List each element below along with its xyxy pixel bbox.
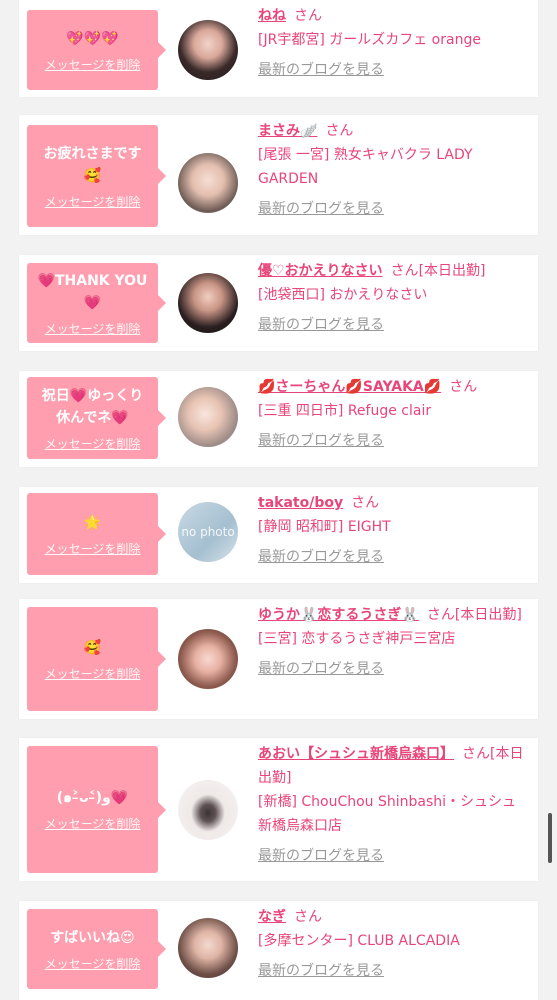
profile-name-link[interactable]: 優♡おかえりなさい	[258, 263, 383, 279]
profile-info: ねね さん [JR宇都宮] ガールズカフェ orange 最新のブログを見る	[258, 4, 528, 82]
message-text: 祝日💗ゆっくり休んでネ💗	[41, 387, 144, 426]
shop-text: [三重 四日市] Refuge clair	[258, 403, 432, 419]
latest-blog-link[interactable]: 最新のブログを見る	[258, 58, 384, 82]
shop-text: [池袋西口] おかえりなさい	[258, 287, 428, 303]
profile-info: 優♡おかえりなさい さん[本日出勤] [池袋西口] おかえりなさい 最新のブログを…	[258, 259, 528, 337]
honorific: さん	[449, 379, 478, 395]
delete-message-link[interactable]: メッセージを削除	[45, 56, 141, 73]
message-text: 💗THANK YOU💗	[37, 272, 148, 311]
delete-message-link[interactable]: メッセージを削除	[45, 540, 141, 557]
honorific: さん	[325, 123, 354, 139]
latest-blog-link[interactable]: 最新のブログを見る	[258, 959, 384, 983]
honorific: さん	[426, 607, 455, 623]
list-item: 💖💖💖 メッセージを削除 ねね さん [JR宇都宮] ガールズカフェ orange…	[19, 0, 538, 97]
latest-blog-link[interactable]: 最新のブログを見る	[258, 197, 384, 221]
profile-name-link[interactable]: なぎ	[258, 909, 286, 925]
shop-text: [JR宇都宮] ガールズカフェ orange	[258, 32, 481, 48]
profile-info: あおい【シュシュ新橋烏森口】 さん[本日出勤] [新橋] ChouChou Shi…	[258, 742, 528, 868]
message-bubble: お疲れさまです🥰 メッセージを削除	[27, 125, 166, 227]
list-item: 💗THANK YOU💗 メッセージを削除 優♡おかえりなさい さん[本日出勤] […	[19, 255, 538, 351]
honorific: さん	[294, 909, 322, 925]
avatar[interactable]: no photo	[178, 502, 238, 562]
list-item: お疲れさまです🥰 メッセージを削除 まさみ🪽 さん [尾張 一宮] 熟女キャバクラ…	[19, 115, 538, 235]
delete-message-link[interactable]: メッセージを削除	[45, 435, 141, 452]
avatar[interactable]	[178, 918, 238, 978]
scrollbar[interactable]	[548, 813, 552, 863]
list-item: 祝日💗ゆっくり休んでネ💗 メッセージを削除 💋さーちゃん💋SAYAKA💋 さん […	[19, 371, 538, 467]
message-bubble: 💗THANK YOU💗 メッセージを削除	[27, 263, 166, 343]
message-bubble: 🌟 メッセージを削除	[27, 493, 166, 575]
avatar[interactable]	[178, 780, 238, 840]
latest-blog-link[interactable]: 最新のブログを見る	[258, 844, 384, 868]
honorific: さん	[390, 263, 419, 279]
no-photo-label: no photo	[181, 525, 235, 539]
avatar[interactable]	[178, 387, 238, 447]
avatar[interactable]	[178, 273, 238, 333]
latest-blog-link[interactable]: 最新のブログを見る	[258, 545, 384, 569]
message-list: 💖💖💖 メッセージを削除 ねね さん [JR宇都宮] ガールズカフェ orange…	[0, 0, 557, 1000]
shop-text: [尾張 一宮] 熟女キャバクラ LADY GARDEN	[258, 147, 473, 187]
message-text: すばいいね😍	[50, 929, 135, 946]
latest-blog-link[interactable]: 最新のブログを見る	[258, 429, 384, 453]
profile-name-link[interactable]: ゆうか🐰恋するうさぎ🐰	[258, 607, 419, 623]
profile-info: まさみ🪽 さん [尾張 一宮] 熟女キャバクラ LADY GARDEN 最新のブロ…	[258, 119, 528, 221]
list-item: 🥰 メッセージを削除 ゆうか🐰恋するうさぎ🐰 さん[本日出勤] [三宮] 恋するう…	[19, 599, 538, 719]
profile-info: 💋さーちゃん💋SAYAKA💋 さん [三重 四日市] Refuge clair 最…	[258, 375, 528, 453]
shop-text: [三宮] 恋するうさぎ神戸三宮店	[258, 631, 456, 647]
message-bubble: 祝日💗ゆっくり休んでネ💗 メッセージを削除	[27, 377, 166, 459]
latest-blog-link[interactable]: 最新のブログを見る	[258, 313, 384, 337]
list-item: (๑˃̵ᴗ˂̵)ﻭ💗 メッセージを削除 あおい【シュシュ新橋烏森口】 さん[本日出…	[19, 738, 538, 881]
status-text: [本日出勤]	[418, 263, 486, 279]
message-text: お疲れさまです🥰	[43, 145, 142, 184]
message-text: 🌟	[83, 514, 102, 531]
profile-info: なぎ さん [多摩センター] CLUB ALCADIA 最新のブログを見る	[258, 905, 528, 983]
avatar[interactable]	[178, 20, 238, 80]
delete-message-link[interactable]: メッセージを削除	[45, 320, 141, 337]
shop-text: [新橋] ChouChou Shinbashi・シュシュ新橋烏森口店	[258, 794, 517, 834]
message-text: 💖💖💖	[66, 30, 119, 47]
profile-name-link[interactable]: 💋さーちゃん💋SAYAKA💋	[258, 379, 441, 395]
honorific: さん	[462, 746, 490, 762]
honorific: さん	[351, 495, 380, 511]
profile-name-link[interactable]: まさみ🪽	[258, 123, 317, 139]
profile-info: takato/boy さん [静岡 昭和町] EIGHT 最新のブログを見る	[258, 491, 528, 569]
status-text: [本日出勤]	[454, 607, 522, 623]
delete-message-link[interactable]: メッセージを削除	[45, 193, 141, 210]
delete-message-link[interactable]: メッセージを削除	[45, 665, 141, 682]
message-bubble: 💖💖💖 メッセージを削除	[27, 10, 166, 90]
shop-text: [静岡 昭和町] EIGHT	[258, 519, 391, 535]
profile-name-link[interactable]: takato/boy	[258, 495, 343, 511]
profile-name-link[interactable]: あおい【シュシュ新橋烏森口】	[258, 746, 454, 762]
list-item: すばいいね😍 メッセージを削除 なぎ さん [多摩センター] CLUB ALCAD…	[19, 901, 538, 1000]
profile-name-link[interactable]: ねね	[258, 8, 286, 24]
profile-info: ゆうか🐰恋するうさぎ🐰 さん[本日出勤] [三宮] 恋するうさぎ神戸三宮店 最新の…	[258, 603, 528, 681]
message-text: (๑˃̵ᴗ˂̵)ﻭ💗	[56, 790, 129, 806]
honorific: さん	[294, 8, 322, 24]
message-bubble: 🥰 メッセージを削除	[27, 607, 166, 711]
avatar[interactable]	[178, 153, 238, 213]
avatar[interactable]	[178, 629, 238, 689]
message-bubble: (๑˃̵ᴗ˂̵)ﻭ💗 メッセージを削除	[27, 746, 166, 873]
message-bubble: すばいいね😍 メッセージを削除	[27, 909, 166, 989]
delete-message-link[interactable]: メッセージを削除	[45, 955, 141, 972]
delete-message-link[interactable]: メッセージを削除	[45, 815, 141, 832]
list-item: 🌟 メッセージを削除 no photo takato/boy さん [静岡 昭和町…	[19, 487, 538, 583]
latest-blog-link[interactable]: 最新のブログを見る	[258, 657, 384, 681]
message-text: 🥰	[83, 639, 102, 656]
shop-text: [多摩センター] CLUB ALCADIA	[258, 933, 460, 949]
